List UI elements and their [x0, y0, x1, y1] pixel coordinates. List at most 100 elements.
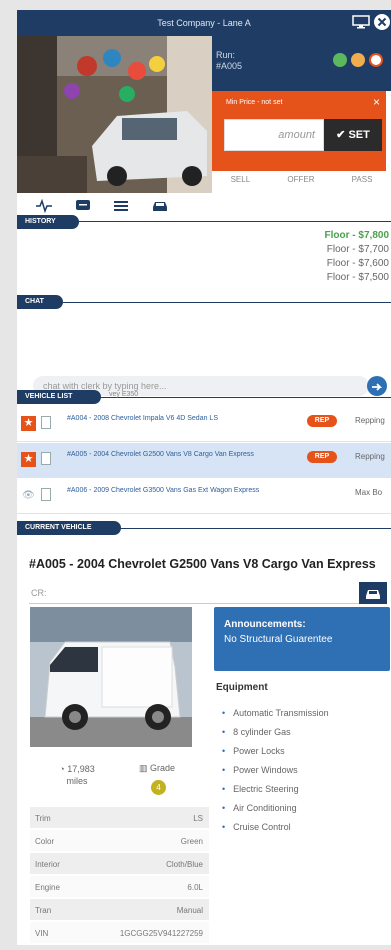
run-info: Run: #A005	[216, 50, 242, 72]
spec-row: Interior Cloth/Blue	[30, 853, 209, 875]
history-entry: Floor - $7,800	[324, 230, 389, 241]
set-button[interactable]: ✔ SET	[324, 119, 382, 151]
history-entry: Floor - $7,500	[326, 272, 389, 283]
car-report-button[interactable]	[359, 582, 387, 604]
equipment-item: Air Conditioning	[222, 799, 329, 818]
vehicle-row-status: Max Bo	[355, 488, 383, 497]
grade-label: Grade	[150, 763, 176, 773]
spec-row: Engine 6.0L	[30, 876, 209, 898]
announcements-text: No Structural Guarentee	[224, 634, 333, 645]
eye-icon[interactable]: 👁	[22, 490, 35, 501]
spec-value: Manual	[176, 906, 203, 915]
announcements-title: Announcements:	[224, 619, 306, 630]
spec-row: Trim LS	[30, 807, 209, 829]
star-icon[interactable]: ★	[21, 452, 36, 467]
list-icon[interactable]	[113, 199, 129, 216]
spec-key: Interior	[35, 860, 60, 869]
vehicle-row[interactable]: 👁 #A006 - 2009 Chevrolet G3500 Vans Gas …	[17, 479, 391, 514]
equipment-list: Automatic Transmission 8 cylinder Gas Po…	[222, 704, 329, 837]
live-video-feed[interactable]	[17, 36, 212, 193]
send-button[interactable]	[367, 376, 387, 396]
current-vehicle-title: #A005 - 2004 Chevrolet G2500 Vans V8 Car…	[29, 557, 376, 571]
announcements-box: Announcements: No Structural Guarentee	[214, 607, 390, 671]
spec-row: Color Green	[30, 830, 209, 852]
vehicle-list-header: VEHICLE LIST	[17, 390, 101, 404]
rep-badge: REP	[307, 451, 337, 463]
bar-chart-icon: ▥	[138, 763, 148, 773]
equipment-item: Automatic Transmission	[222, 704, 329, 723]
car-icon	[366, 590, 380, 599]
spec-key: Color	[35, 837, 55, 846]
miles-label: miles	[66, 776, 88, 786]
history-entry: Floor - $7,600	[326, 258, 389, 269]
spec-key: VIN	[35, 929, 49, 938]
vehicle-row-desc[interactable]: #A006 - 2009 Chevrolet G3500 Vans Gas Ex…	[67, 486, 297, 496]
vehicle-row[interactable]: ★ #A004 - 2008 Chevrolet Impala V6 4D Se…	[17, 407, 391, 442]
chat-header: CHAT	[17, 295, 63, 309]
current-vehicle-header: CURRENT VEHICLE	[17, 521, 121, 535]
spec-value: 6.0L	[187, 883, 203, 892]
gauge-icon: ◔	[59, 764, 65, 774]
sell-button[interactable]: SELL	[231, 175, 251, 193]
spec-row: Tran Manual	[30, 899, 209, 921]
run-label: Run:	[216, 50, 236, 60]
document-icon[interactable]	[41, 452, 51, 465]
min-price-close-icon[interactable]: ×	[373, 95, 380, 109]
cr-input[interactable]: CR:	[29, 582, 369, 604]
equipment-item: Electric Steering	[222, 780, 329, 799]
spec-key: Tran	[35, 906, 52, 915]
spec-value: Cloth/Blue	[166, 860, 203, 869]
status-yellow-light	[351, 53, 365, 67]
equipment-item: 8 cylinder Gas	[222, 723, 329, 742]
auction-app: Test Company - Lane A Run: #A005 Min Pri…	[17, 10, 391, 945]
chat-icon[interactable]	[75, 199, 91, 216]
vehicle-row-selected[interactable]: ★ #A005 - 2004 Chevrolet G2500 Vans V8 C…	[17, 443, 391, 478]
history-header: HISTORY	[17, 215, 79, 229]
activity-icon[interactable]	[35, 198, 53, 216]
offer-button[interactable]: OFFER	[287, 175, 314, 193]
history-list: Floor - $7,800 Floor - $7,700 Floor - $7…	[271, 229, 391, 289]
run-number: #A005	[216, 61, 243, 71]
history-entry: Floor - $7,700	[326, 244, 389, 255]
status-green-light	[333, 53, 347, 67]
star-icon[interactable]: ★	[21, 416, 36, 431]
action-bar: SELL OFFER PASS	[212, 171, 391, 193]
miles-value: 17,983	[67, 764, 95, 774]
vehicle-row-desc[interactable]: #A004 - 2008 Chevrolet Impala V6 4D Seda…	[67, 414, 297, 424]
equipment-item: Power Windows	[222, 761, 329, 780]
vehicle-row-status: Repping	[355, 452, 385, 461]
spec-value: Green	[180, 837, 203, 846]
vehicle-list-peek: vey E350	[109, 391, 139, 398]
top-bar: Test Company - Lane A	[17, 10, 391, 36]
odometer: ◔ 17,983 miles	[49, 763, 105, 787]
min-price-panel: Min Price - not set × amount ✔ SET	[212, 91, 386, 171]
vehicle-row-status: Repping	[355, 416, 385, 425]
grade-badge: 4	[151, 780, 166, 795]
send-icon	[372, 383, 383, 391]
spec-key: Engine	[35, 883, 60, 892]
spec-value: 1GCGG25V941227259	[119, 929, 203, 938]
vehicle-row-desc[interactable]: #A005 - 2004 Chevrolet G2500 Vans V8 Car…	[67, 450, 297, 460]
grade: ▥ Grade	[129, 763, 185, 774]
pass-button[interactable]: PASS	[352, 175, 373, 193]
spec-row: VIN 1GCGG25V941227259	[30, 922, 209, 944]
run-panel: Run: #A005	[212, 36, 391, 91]
car-icon[interactable]	[151, 199, 169, 216]
set-button-label: SET	[348, 129, 370, 141]
spec-value: LS	[193, 814, 203, 823]
app-title: Test Company - Lane A	[157, 18, 251, 28]
monitor-icon[interactable]	[352, 15, 370, 32]
vehicle-photo[interactable]	[30, 607, 192, 747]
document-icon[interactable]	[41, 488, 51, 501]
equipment-item: Power Locks	[222, 742, 329, 761]
min-price-label: Min Price - not set	[226, 99, 283, 106]
amount-input[interactable]: amount	[224, 119, 324, 151]
equipment-item: Cruise Control	[222, 818, 329, 837]
chat-divider	[17, 302, 391, 303]
close-icon[interactable]	[373, 13, 391, 34]
rep-badge: REP	[307, 415, 337, 427]
spec-key: Trim	[35, 814, 51, 823]
equipment-title: Equipment	[216, 682, 268, 693]
document-icon[interactable]	[41, 416, 51, 429]
status-red-light	[369, 53, 383, 67]
